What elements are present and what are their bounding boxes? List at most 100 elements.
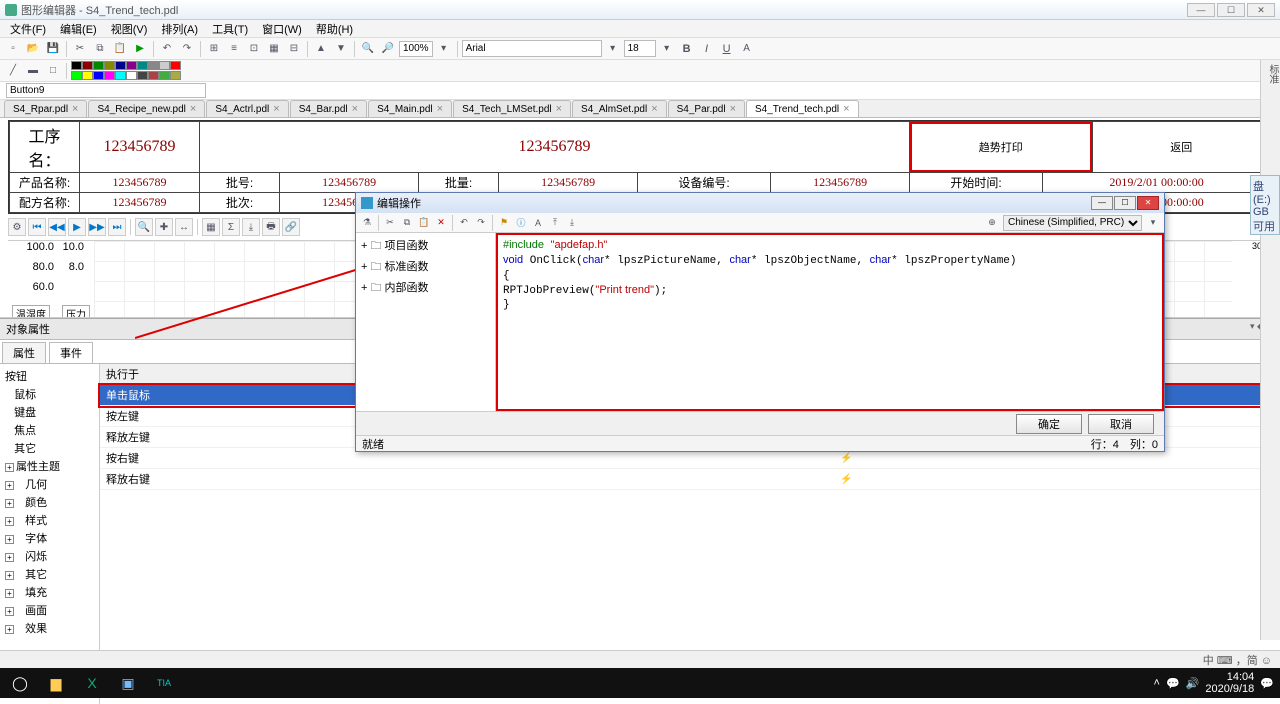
tree-node[interactable]: + 其它	[3, 565, 96, 583]
close-button[interactable]: ✕	[1247, 3, 1275, 17]
color-swatch[interactable]	[93, 61, 104, 70]
dlg-min-button[interactable]: —	[1091, 196, 1113, 210]
fn-node[interactable]: + 🗀 标准函数	[359, 257, 492, 278]
document-tab[interactable]: S4_Trend_tech.pdl×	[746, 100, 859, 117]
color-swatch[interactable]	[137, 61, 148, 70]
fn-node[interactable]: + 🗀 内部函数	[359, 278, 492, 299]
tab-properties[interactable]: 属性	[2, 342, 46, 363]
trend-play-icon[interactable]: ▶	[68, 218, 86, 236]
run-icon[interactable]: ▶	[131, 40, 149, 58]
tree-node[interactable]: 鼠标	[3, 385, 96, 403]
tab-close-icon[interactable]: ×	[352, 103, 358, 115]
excel-icon[interactable]: X	[78, 672, 106, 694]
color-swatch[interactable]	[170, 71, 181, 80]
new-icon[interactable]: ▫	[4, 40, 22, 58]
event-row[interactable]: 释放右键⚡	[100, 469, 1280, 490]
dlg-export-icon[interactable]: ⤓	[564, 215, 580, 231]
tree-node[interactable]: 其它	[3, 439, 96, 457]
dlg-paste-icon[interactable]: 📋	[416, 215, 432, 231]
fillcolor-icon[interactable]: ▬	[24, 62, 42, 80]
dlg-delete-icon[interactable]: ✕	[433, 215, 449, 231]
open-icon[interactable]: 📂	[24, 40, 42, 58]
color-swatch[interactable]	[71, 61, 82, 70]
font-size-field[interactable]: 18	[624, 40, 656, 57]
cut-icon[interactable]: ✂	[71, 40, 89, 58]
return-button[interactable]: 返回	[1092, 122, 1271, 172]
document-tab[interactable]: S4_Recipe_new.pdl×	[88, 100, 205, 117]
explorer-icon[interactable]: ▆	[42, 672, 70, 694]
align-icon[interactable]: ≡	[225, 40, 243, 58]
function-tree[interactable]: + 🗀 项目函数+ 🗀 标准函数+ 🗀 内部函数	[356, 233, 496, 411]
dlg-lang-select[interactable]: Chinese (Simplified, PRC)	[1003, 215, 1142, 231]
color-swatch[interactable]	[126, 71, 137, 80]
tray-net-icon[interactable]: 💬	[1166, 677, 1180, 690]
document-tab[interactable]: S4_Actrl.pdl×	[206, 100, 288, 117]
document-tab[interactable]: S4_Bar.pdl×	[290, 100, 367, 117]
tia-icon[interactable]: TIA	[150, 672, 178, 694]
redo-icon[interactable]: ↷	[178, 40, 196, 58]
zoom-field[interactable]: 100%	[399, 41, 433, 57]
menu-item[interactable]: 帮助(H)	[310, 20, 359, 38]
menu-item[interactable]: 工具(T)	[206, 20, 254, 38]
tab-close-icon[interactable]: ×	[437, 103, 443, 115]
dlg-lang-icon[interactable]: ⊕	[984, 215, 1000, 231]
tree-node[interactable]: + 字体	[3, 529, 96, 547]
tab-close-icon[interactable]: ×	[730, 103, 736, 115]
notif-icon[interactable]: 💬	[1260, 677, 1274, 690]
undo-icon[interactable]: ↶	[158, 40, 176, 58]
system-clock[interactable]: 14:042020/9/18	[1205, 671, 1254, 695]
cancel-button[interactable]: 取消	[1088, 414, 1154, 434]
tree-node[interactable]: 焦点	[3, 421, 96, 439]
document-tab[interactable]: S4_Tech_LMSet.pdl×	[453, 100, 571, 117]
document-tab[interactable]: S4_Rpar.pdl×	[4, 100, 87, 117]
color-swatch[interactable]	[82, 71, 93, 80]
italic-icon[interactable]: I	[698, 40, 716, 58]
dlg-close-button[interactable]: ✕	[1137, 196, 1159, 210]
bold-icon[interactable]: B	[678, 40, 696, 58]
trend-last-icon[interactable]: ⏭	[108, 218, 126, 236]
dlg-font-icon[interactable]: A	[530, 215, 546, 231]
dlg-compile-icon[interactable]: ⚗	[359, 215, 375, 231]
color-swatch[interactable]	[104, 71, 115, 80]
tab-close-icon[interactable]: ×	[556, 103, 562, 115]
zoom-dropdown-icon[interactable]: ▾	[435, 40, 453, 58]
copy-icon[interactable]: ⧉	[91, 40, 109, 58]
tree-node[interactable]: + 颜色	[3, 493, 96, 511]
dlg-cut-icon[interactable]: ✂	[382, 215, 398, 231]
menu-item[interactable]: 文件(F)	[4, 20, 52, 38]
trend-export-icon[interactable]: ⤓	[242, 218, 260, 236]
color-swatch[interactable]	[115, 61, 126, 70]
disk-notification[interactable]: 盘 (E:)GB 可用	[1250, 175, 1280, 235]
dlg-undo-icon[interactable]: ↶	[456, 215, 472, 231]
dlg-help-icon[interactable]: ▾	[1145, 215, 1161, 231]
bordercolor-icon[interactable]: □	[44, 62, 62, 80]
tab-close-icon[interactable]: ×	[72, 103, 78, 115]
code-editor[interactable]: #include "apdefap.h" void OnClick(char* …	[496, 233, 1164, 411]
trend-move-icon[interactable]: ↔	[175, 218, 193, 236]
group-icon[interactable]: ⊡	[245, 40, 263, 58]
document-tab[interactable]: S4_AlmSet.pdl×	[572, 100, 667, 117]
tab-close-icon[interactable]: ×	[190, 103, 196, 115]
trend-config-icon[interactable]: ⚙	[8, 218, 26, 236]
fn-node[interactable]: + 🗀 项目函数	[359, 236, 492, 257]
tree-node[interactable]: + 样式	[3, 511, 96, 529]
dlg-max-button[interactable]: ☐	[1114, 196, 1136, 210]
size-dropdown-icon[interactable]: ▾	[658, 40, 676, 58]
color-swatch[interactable]	[104, 61, 115, 70]
color-swatch[interactable]	[82, 61, 93, 70]
tab-close-icon[interactable]: ×	[273, 103, 279, 115]
dlg-info-icon[interactable]: ⓘ	[513, 215, 529, 231]
app-task-icon[interactable]: ▣	[114, 672, 142, 694]
dlg-tag-icon[interactable]: ⚑	[496, 215, 512, 231]
min-button[interactable]: —	[1187, 3, 1215, 17]
tray-vol-icon[interactable]: 🔊	[1186, 677, 1200, 690]
layer-icon[interactable]: ▦	[265, 40, 283, 58]
trend-print-icon[interactable]: 🖶	[262, 218, 280, 236]
tree-node[interactable]: +属性主题	[3, 457, 96, 475]
tab-close-icon[interactable]: ×	[651, 103, 657, 115]
save-icon[interactable]: 💾	[44, 40, 62, 58]
document-tab[interactable]: S4_Par.pdl×	[668, 100, 745, 117]
tray-up-icon[interactable]: ˄	[1154, 677, 1160, 689]
tree-node[interactable]: + 闪烁	[3, 547, 96, 565]
start-button[interactable]: ◯	[6, 672, 34, 694]
